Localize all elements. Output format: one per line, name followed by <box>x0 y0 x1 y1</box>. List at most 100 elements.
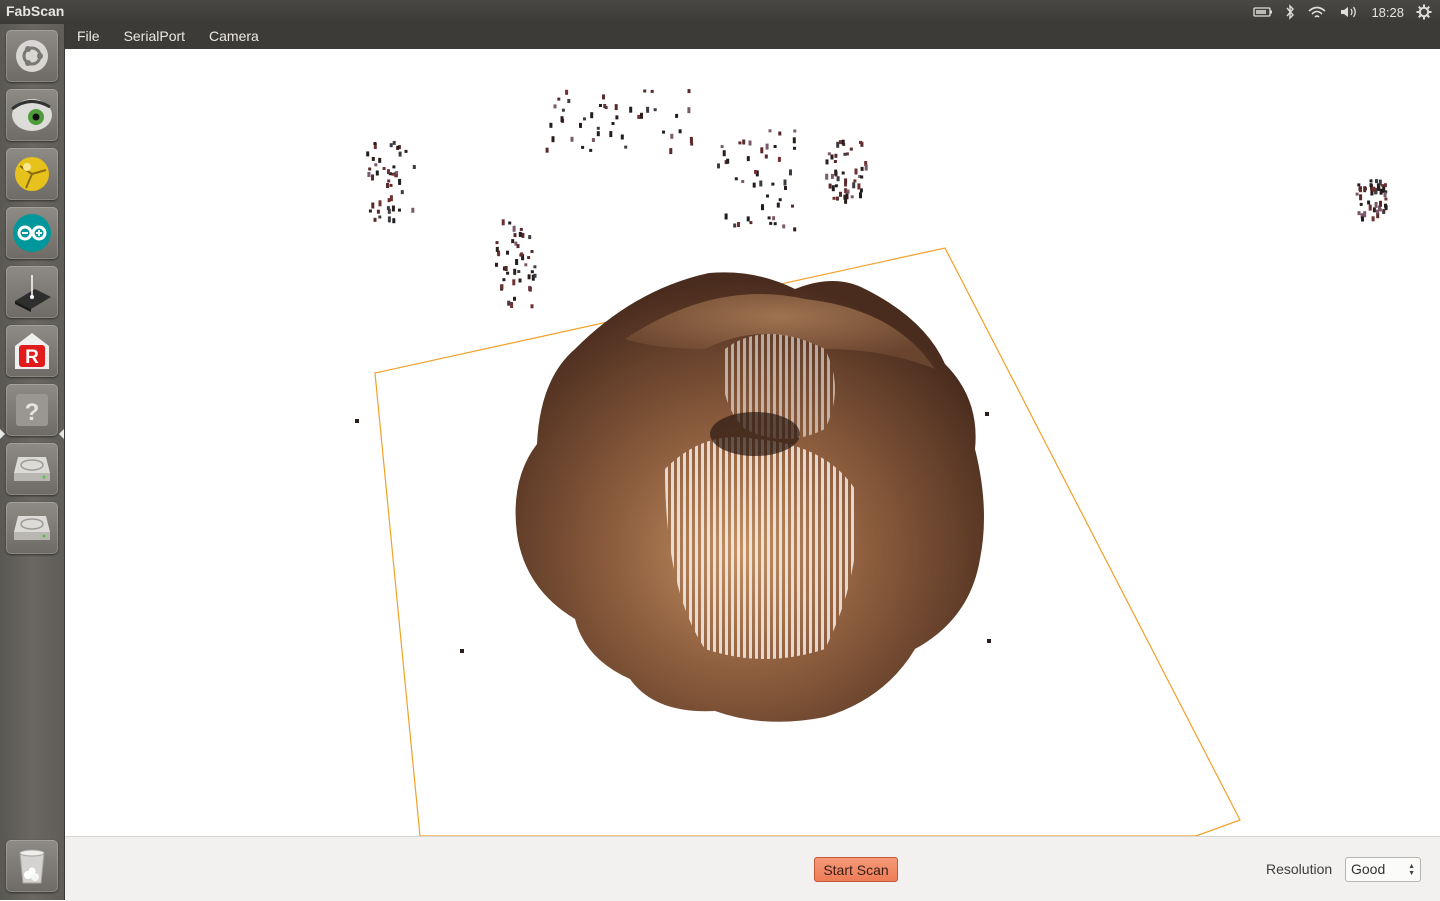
noise-point <box>768 129 772 133</box>
noise-point <box>827 152 831 156</box>
noise-point <box>1374 201 1378 208</box>
launcher-fabscan-app[interactable]: ? <box>6 384 58 436</box>
noise-point <box>524 263 528 267</box>
start-scan-button[interactable]: Start Scan <box>814 857 898 882</box>
noise-point <box>830 154 834 160</box>
noise-point <box>720 145 724 149</box>
launcher-drive-2[interactable] <box>6 502 58 554</box>
resolution-label: Resolution <box>1266 861 1333 877</box>
volume-icon[interactable] <box>1339 5 1359 19</box>
noise-point <box>749 221 753 225</box>
noise-point <box>398 151 402 157</box>
launcher-trash[interactable] <box>6 840 58 892</box>
noise-point <box>830 173 834 179</box>
noise-point <box>1377 185 1381 191</box>
eye-icon <box>10 95 54 135</box>
noise-point <box>836 176 840 182</box>
launcher-3d-app[interactable] <box>6 148 58 200</box>
menu-file[interactable]: File <box>65 24 112 49</box>
noise-point <box>853 179 857 183</box>
launcher-r-app[interactable]: R <box>6 325 58 377</box>
noise-point <box>637 114 641 119</box>
noise-point <box>643 89 647 93</box>
settings-gear-icon[interactable] <box>1416 4 1432 20</box>
noise-point <box>834 169 838 176</box>
noise-point <box>373 142 377 145</box>
noise-point <box>512 225 516 232</box>
noise-point <box>778 198 782 202</box>
noise-point <box>771 182 775 186</box>
resolution-select[interactable]: Good ▲ ▼ <box>1345 857 1421 882</box>
noise-point <box>596 126 600 130</box>
noise-point <box>513 296 516 301</box>
noise-point <box>386 183 389 188</box>
noise-point <box>560 116 564 123</box>
noise-point <box>624 145 628 149</box>
noise-point <box>583 117 586 121</box>
clock[interactable]: 18:28 <box>1371 5 1404 20</box>
noise-point <box>828 183 832 189</box>
noise-point <box>609 131 613 138</box>
noise-point <box>839 191 842 197</box>
noise-point <box>724 213 728 220</box>
noise-point <box>687 107 691 114</box>
control-bar: Start Scan Resolution Good ▲ ▼ <box>65 836 1440 901</box>
noise-point <box>391 172 395 176</box>
noise-point <box>849 147 853 151</box>
noise-point <box>378 157 382 163</box>
resolution-value: Good <box>1351 861 1386 877</box>
noise-point <box>843 152 847 156</box>
noise-point <box>511 239 515 244</box>
launcher-drive-1[interactable] <box>6 443 58 495</box>
launcher-laser-app[interactable] <box>6 266 58 318</box>
noise-point <box>561 108 565 112</box>
noise-point <box>1371 216 1375 222</box>
wifi-icon[interactable] <box>1307 5 1327 20</box>
point-cloud-scene <box>355 89 1388 836</box>
noise-point <box>759 180 763 187</box>
noise-point <box>653 108 657 112</box>
question-mark-icon: ? <box>12 390 52 430</box>
noise-point <box>599 104 602 107</box>
noise-point <box>502 278 506 282</box>
noise-point <box>614 104 618 111</box>
noise-point <box>859 140 862 144</box>
noise-point <box>987 639 991 643</box>
noise-point <box>528 235 532 240</box>
noise-point <box>501 219 505 226</box>
battery-icon[interactable] <box>1253 6 1273 18</box>
system-tray: 18:28 <box>1253 0 1440 24</box>
launcher-arduino[interactable] <box>6 207 58 259</box>
trash-icon <box>12 845 52 887</box>
noise-point <box>733 223 737 228</box>
launcher-dash-button[interactable] <box>6 30 58 82</box>
launcher-eye-app[interactable] <box>6 89 58 141</box>
noise-point <box>396 145 400 150</box>
noise-point <box>860 166 864 171</box>
noise-point <box>835 196 839 201</box>
noise-point <box>1355 192 1359 196</box>
menu-camera[interactable]: Camera <box>197 24 271 49</box>
noise-point <box>1368 204 1372 211</box>
noise-point <box>1363 186 1367 193</box>
noise-point <box>1378 208 1382 212</box>
noise-point <box>629 106 633 113</box>
noise-point <box>513 233 517 238</box>
red-r-icon: R <box>12 330 52 372</box>
noise-point <box>773 145 777 148</box>
noise-point <box>553 104 557 109</box>
noise-point <box>1384 197 1388 201</box>
noise-point <box>738 141 742 145</box>
noise-point <box>789 169 792 176</box>
noise-point <box>857 183 861 190</box>
noise-point <box>545 147 549 153</box>
drive-icon <box>10 508 54 548</box>
noise-point <box>615 115 619 120</box>
noise-point <box>368 167 372 171</box>
3d-viewport[interactable] <box>65 49 1440 836</box>
noise-point <box>506 250 509 255</box>
noise-point <box>769 221 773 225</box>
noise-point <box>387 216 391 223</box>
menu-serialport[interactable]: SerialPort <box>112 24 197 49</box>
bluetooth-icon[interactable] <box>1285 4 1295 20</box>
